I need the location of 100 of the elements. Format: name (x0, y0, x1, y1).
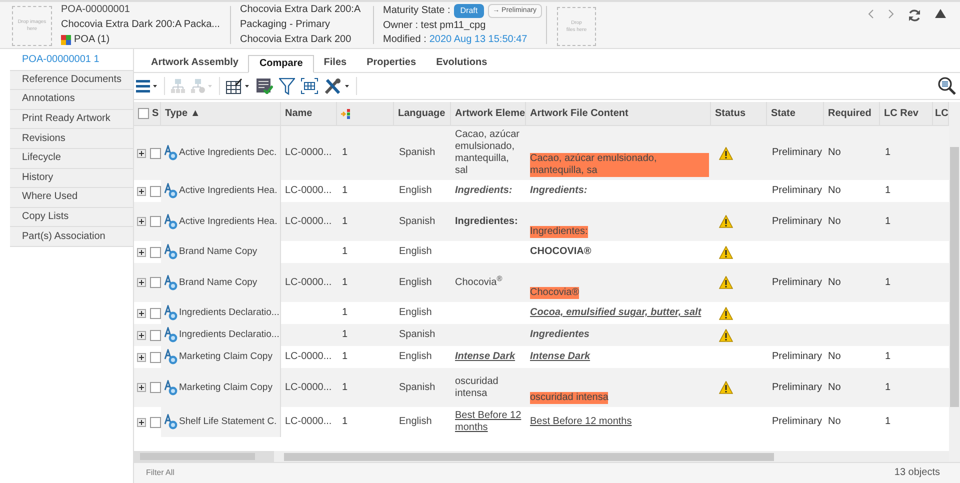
row-checkbox[interactable] (150, 416, 161, 428)
sidebar-item[interactable]: Lifecycle (10, 148, 133, 169)
row-checkbox[interactable] (150, 352, 161, 362)
row-checkbox[interactable] (150, 148, 161, 158)
state-text: Preliminary (772, 351, 822, 363)
next-icon[interactable] (888, 9, 894, 19)
lc-rev-text: 1 (885, 382, 891, 394)
column-header[interactable]: S (152, 108, 159, 120)
warning-icon (719, 381, 733, 394)
row-checkbox[interactable] (150, 308, 161, 318)
filter-icon[interactable] (279, 78, 295, 94)
select-all-checkbox[interactable] (138, 108, 149, 119)
detail-text: Chocovia Extra Dark 200:A (240, 4, 362, 16)
checklist-icon[interactable] (256, 78, 273, 94)
revision-text: 1 (342, 382, 348, 394)
warning-icon (719, 246, 733, 258)
previous-icon[interactable] (868, 9, 874, 19)
column-header[interactable]: LC (935, 108, 948, 120)
column-header[interactable]: LC Rev (884, 108, 918, 120)
content-text: Ingredientes: (530, 226, 588, 238)
expand-icon[interactable] (137, 330, 146, 340)
content-text: Ingredientes (530, 329, 590, 341)
required-text: No (828, 416, 841, 428)
row-checkbox[interactable] (150, 277, 161, 288)
tools-icon[interactable] (324, 78, 350, 94)
row-checkbox[interactable] (150, 216, 161, 227)
vertical-scrollbar[interactable] (949, 102, 960, 462)
tab[interactable]: Properties (356, 54, 426, 72)
element-text: oscuridad intensa (455, 376, 500, 400)
sidebar-item[interactable]: Part(s) Association (10, 227, 133, 247)
required-text: No (828, 185, 841, 197)
expand-icon[interactable] (137, 148, 146, 158)
tab[interactable]: Evolutions (426, 54, 498, 72)
row-checkbox[interactable] (150, 246, 161, 258)
sidebar-item[interactable]: Revisions (10, 129, 133, 149)
table-edit-icon[interactable] (226, 78, 250, 94)
type-text: Marketing Claim Copy (179, 382, 272, 394)
row-checkbox[interactable] (150, 186, 161, 196)
sidebar-item[interactable]: History (10, 168, 133, 188)
row-checkbox[interactable] (150, 330, 161, 340)
warning-icon (719, 146, 733, 160)
name-text: LC-0000... (285, 382, 332, 394)
column-header[interactable]: Type ▲ (165, 108, 200, 120)
type-icon (164, 349, 178, 365)
object-title: Chocovia Extra Dark 200:A Packa... (61, 19, 221, 31)
type-icon (164, 214, 178, 230)
tab[interactable]: Files (314, 54, 357, 72)
sidebar-item[interactable]: Where Used (10, 188, 133, 208)
refresh-icon[interactable] (908, 9, 921, 22)
filter-link[interactable]: Filter All (146, 467, 174, 479)
expand-icon[interactable] (137, 352, 146, 362)
search-icon[interactable] (938, 77, 956, 95)
state-text: Preliminary (772, 382, 822, 394)
content-text: CHOCOVIA® (530, 246, 592, 258)
name-text: LC-0000... (285, 216, 332, 228)
revision-text: 1 (342, 147, 348, 159)
name-text: LC-0000... (285, 147, 332, 159)
expand-icon[interactable] (137, 248, 146, 256)
column-header[interactable]: Name (285, 108, 312, 120)
element-text: Ingredients: (455, 185, 512, 197)
sidebar-item[interactable]: Annotations (10, 90, 133, 110)
expand-icon[interactable] (137, 186, 146, 196)
required-text: No (828, 351, 841, 363)
expand-icon[interactable] (137, 418, 146, 426)
content-text: Ingredients: (530, 185, 588, 197)
tab[interactable]: Artwork Assembly (141, 54, 248, 72)
revision-text: 1 (342, 329, 348, 341)
column-header[interactable]: Required (828, 108, 872, 120)
column-header[interactable]: Language (398, 108, 446, 120)
lc-rev-text: 1 (885, 276, 891, 288)
state-text: Preliminary (772, 416, 822, 428)
type-icon (164, 145, 178, 161)
expand-icon[interactable] (137, 217, 146, 226)
horizontal-scrollbar[interactable] (134, 451, 274, 462)
revision-text: 1 (342, 276, 348, 288)
column-select-icon[interactable] (301, 78, 318, 94)
tab[interactable]: Compare (248, 55, 314, 73)
expand-icon[interactable] (137, 308, 146, 318)
column-header[interactable]: State (771, 108, 796, 120)
state-text: Preliminary (772, 276, 822, 288)
language-text: English (399, 185, 432, 197)
row-checkbox[interactable] (150, 382, 161, 393)
column-header[interactable]: Artwork File Content (530, 108, 628, 120)
detail-text: Packaging - Primary (240, 19, 332, 31)
collapse-icon[interactable] (935, 9, 946, 18)
column-header[interactable]: Artwork Eleme (455, 108, 526, 120)
revision-text: 1 (342, 416, 348, 428)
sidebar-item[interactable]: Print Ready Artwork (10, 110, 133, 130)
element-text: Best Before 12 months (455, 410, 522, 434)
type-icon (164, 274, 178, 290)
sidebar-item[interactable]: Reference Documents (10, 70, 133, 90)
lc-rev-text: 1 (885, 185, 891, 197)
expand-icon[interactable] (137, 383, 146, 392)
sidebar-item[interactable]: Copy Lists (10, 208, 133, 228)
name-text: LC-0000... (285, 416, 332, 428)
language-text: English (399, 416, 432, 428)
column-header[interactable]: Status (715, 108, 746, 120)
menu-icon[interactable] (136, 79, 158, 93)
expand-icon[interactable] (137, 278, 146, 287)
type-icon (164, 327, 178, 343)
